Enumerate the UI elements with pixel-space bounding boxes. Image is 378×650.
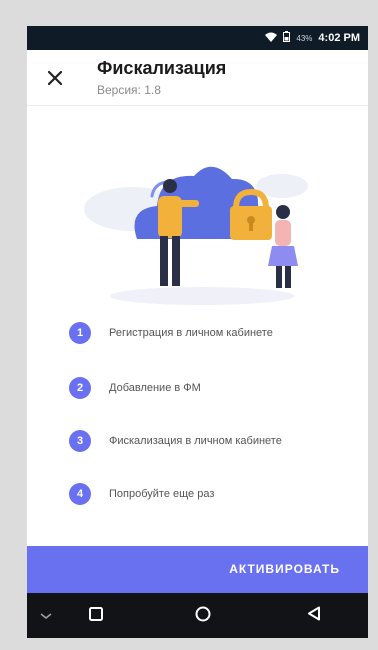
page-title: Фискализация <box>97 58 227 78</box>
recents-button[interactable] <box>85 605 107 627</box>
battery-percent: 43% <box>296 33 313 43</box>
chevron-down-icon <box>40 607 52 625</box>
app-screen: 43% 4:02 PM Фискализация Версия: 1.8 1 Р… <box>27 26 368 638</box>
step-number: 2 <box>69 377 91 399</box>
home-button[interactable] <box>192 605 214 627</box>
recents-icon <box>89 606 103 626</box>
wifi-icon <box>265 32 278 45</box>
back-icon <box>307 606 321 626</box>
cloud-lock-illustration <box>82 134 322 309</box>
home-icon <box>195 606 211 627</box>
app-header: Фискализация Версия: 1.8 <box>27 50 368 106</box>
activate-button[interactable]: АКТИВИРОВАТЬ <box>27 546 368 593</box>
status-bar: 43% 4:02 PM <box>27 26 368 50</box>
close-icon <box>47 64 63 92</box>
system-nav-bar <box>27 593 368 638</box>
step-number: 1 <box>69 322 91 344</box>
step-label: Добавление в ФМ <box>109 382 201 394</box>
clock: 4:02 PM <box>318 32 360 44</box>
activate-button-label: АКТИВИРОВАТЬ <box>229 562 340 576</box>
step-label: Фискализация в личном кабинете <box>109 435 282 447</box>
step-item-1: 1 Регистрация в личном кабинете <box>69 320 273 346</box>
close-button[interactable] <box>41 64 69 92</box>
battery-icon <box>283 31 291 45</box>
keyboard-hide-button[interactable] <box>35 605 57 627</box>
step-item-2: 2 Добавление в ФМ <box>69 375 201 401</box>
version-label: Версия: 1.8 <box>97 83 161 97</box>
step-label: Попробуйте еще раз <box>109 488 215 500</box>
step-item-4: 4 Попробуйте еще раз <box>69 481 214 507</box>
step-label: Регистрация в личном кабинете <box>109 327 273 339</box>
step-number: 3 <box>69 430 91 452</box>
back-button[interactable] <box>303 605 325 627</box>
step-number: 4 <box>69 483 91 505</box>
step-item-3: 3 Фискализация в личном кабинете <box>69 428 282 454</box>
